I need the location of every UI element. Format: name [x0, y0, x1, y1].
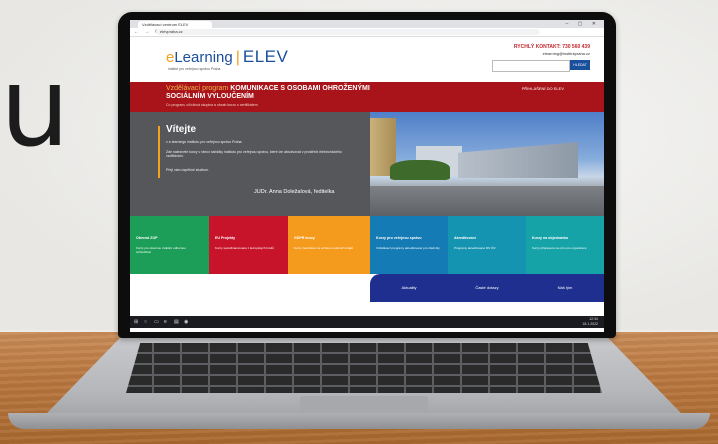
program-prefix: Vzdělávací program	[166, 85, 229, 92]
trees	[390, 160, 450, 180]
contact-email[interactable]: elearning@institutpraha.cz	[543, 51, 590, 56]
windows-taskbar: ⊞ ○ ▭ e ▤ ◉ 12:34 18.1.2022	[130, 316, 604, 328]
building-main	[458, 142, 578, 178]
browser-toolbar: ← → ⟳ elevpraha.cz	[130, 28, 604, 37]
tile-desc: Kurzy zaměřené na ochranu osobních údajů	[294, 246, 353, 250]
explorer-icon[interactable]: ▤	[174, 319, 180, 325]
director-signature: JUDr. Anna Doležalová, ředitelka	[254, 189, 335, 195]
chrome-icon[interactable]: ◉	[184, 319, 190, 325]
edge-icon[interactable]: e	[164, 319, 170, 325]
program-banner[interactable]: Vzdělávací program KOMUNIKACE S OSOBAMI …	[130, 82, 604, 112]
tile-desc: Programy akreditované MV ČR	[454, 246, 496, 250]
site-logo[interactable]: eLearning | ELEV	[166, 47, 288, 67]
faq-button[interactable]: Časté dotazy	[448, 274, 526, 302]
start-icon[interactable]: ⊞	[134, 319, 140, 325]
logo-separator: |	[235, 49, 240, 66]
logo-subtitle: institut pro veřejnou správu Praha	[168, 67, 221, 71]
logo-learning: Learning	[174, 49, 233, 66]
accent-bar	[158, 126, 160, 178]
category-tiles: Obecná ZOP Kurzy pro obecnou zvláštní od…	[130, 216, 604, 274]
clock-date: 18.1.2022	[582, 322, 598, 326]
building-photo	[370, 112, 604, 216]
team-button[interactable]: Náš tým	[526, 274, 604, 302]
tile-title: Kurzy pro veřejnou správu	[376, 236, 422, 240]
news-button[interactable]: Aktuality	[370, 274, 448, 302]
welcome-text-2: Přeji vám úspěšné studium.	[166, 168, 209, 172]
search-input[interactable]	[492, 60, 570, 72]
site-header: eLearning | ELEV institut pro veřejnou spr…	[130, 37, 604, 82]
taskview-icon[interactable]: ▭	[154, 319, 160, 325]
browser-tabbar: Vzdělávací centrum ELEV – ▢ ✕	[130, 20, 604, 28]
tile-title: Akreditovaní	[454, 236, 476, 240]
window-controls[interactable]: – ▢ ✕	[566, 21, 600, 27]
program-title-2: SOCIÁLNÍM VYLOUČENÍM	[166, 93, 254, 100]
laptop-keyboard	[126, 343, 602, 393]
search-icon[interactable]: ○	[144, 319, 150, 325]
tile-desc: Kurzy připravené na míru pro organizace	[532, 246, 587, 250]
login-link[interactable]: PŘIHLÁŠENÍ DO ELEV	[522, 86, 564, 91]
logo-elev: ELEV	[242, 47, 289, 66]
browser-tab[interactable]: Vzdělávací centrum ELEV	[138, 21, 212, 28]
tile-eu-projekty[interactable]: EU Projekty Kurzy spolufinancované z Evr…	[209, 216, 288, 274]
welcome-text-1: Zde naleznete kurzy v rámci nabídky inst…	[166, 150, 342, 158]
tile-title: EU Projekty	[215, 236, 236, 240]
quick-contact: RYCHLÝ KONTAKT: 730 560 439	[513, 44, 590, 50]
tile-title: GDPR kurzy	[294, 236, 315, 240]
tile-na-objednavku[interactable]: Kurzy na objednávku Kurzy připravené na …	[526, 216, 604, 274]
welcome-intro: v e-learningu institutu pro veřejnou spr…	[166, 140, 243, 144]
tile-gdpr[interactable]: GDPR kurzy Kurzy zaměřené na ochranu oso…	[288, 216, 370, 274]
tile-verejna-sprava[interactable]: Kurzy pro veřejnou správu Vzdělávací pro…	[370, 216, 448, 274]
program-title-1: KOMUNIKACE S OSOBAMI OHROŽENÝMI	[230, 85, 370, 92]
program-description: Co program, cíl/cílová skupina a obsah k…	[166, 103, 258, 107]
tile-desc: Vzdělávací programy akreditované pro úře…	[376, 246, 440, 250]
laptop-base-edge	[8, 413, 710, 429]
taskbar-clock[interactable]: 12:34 18.1.2022	[582, 317, 598, 327]
address-bar[interactable]: elevpraha.cz	[156, 29, 540, 35]
tile-title: Obecná ZOP	[136, 236, 158, 240]
laptop-screen: Vzdělávací centrum ELEV – ▢ ✕ ← → ⟳ elev…	[130, 20, 604, 332]
welcome-heading: Vítejte	[166, 124, 197, 135]
tile-akreditovani[interactable]: Akreditovaní Programy akreditované MV ČR	[448, 216, 526, 274]
tile-title: Kurzy na objednávku	[532, 236, 569, 240]
search-button[interactable]: HLEDAT	[570, 60, 590, 70]
welcome-panel: Vítejte v e-learningu institutu pro veře…	[130, 112, 370, 216]
tile-desc: Kurzy spolufinancované z Evropských fond…	[215, 246, 274, 250]
program-heading: Vzdělávací program KOMUNIKACE S OSOBAMI …	[166, 85, 370, 92]
tile-obecna-zop[interactable]: Obecná ZOP Kurzy pro obecnou zvláštní od…	[130, 216, 209, 274]
parking-lot	[370, 186, 604, 216]
tile-desc: Kurzy pro obecnou zvláštní odbornou způs…	[136, 246, 186, 254]
partial-letter: u	[0, 43, 70, 171]
